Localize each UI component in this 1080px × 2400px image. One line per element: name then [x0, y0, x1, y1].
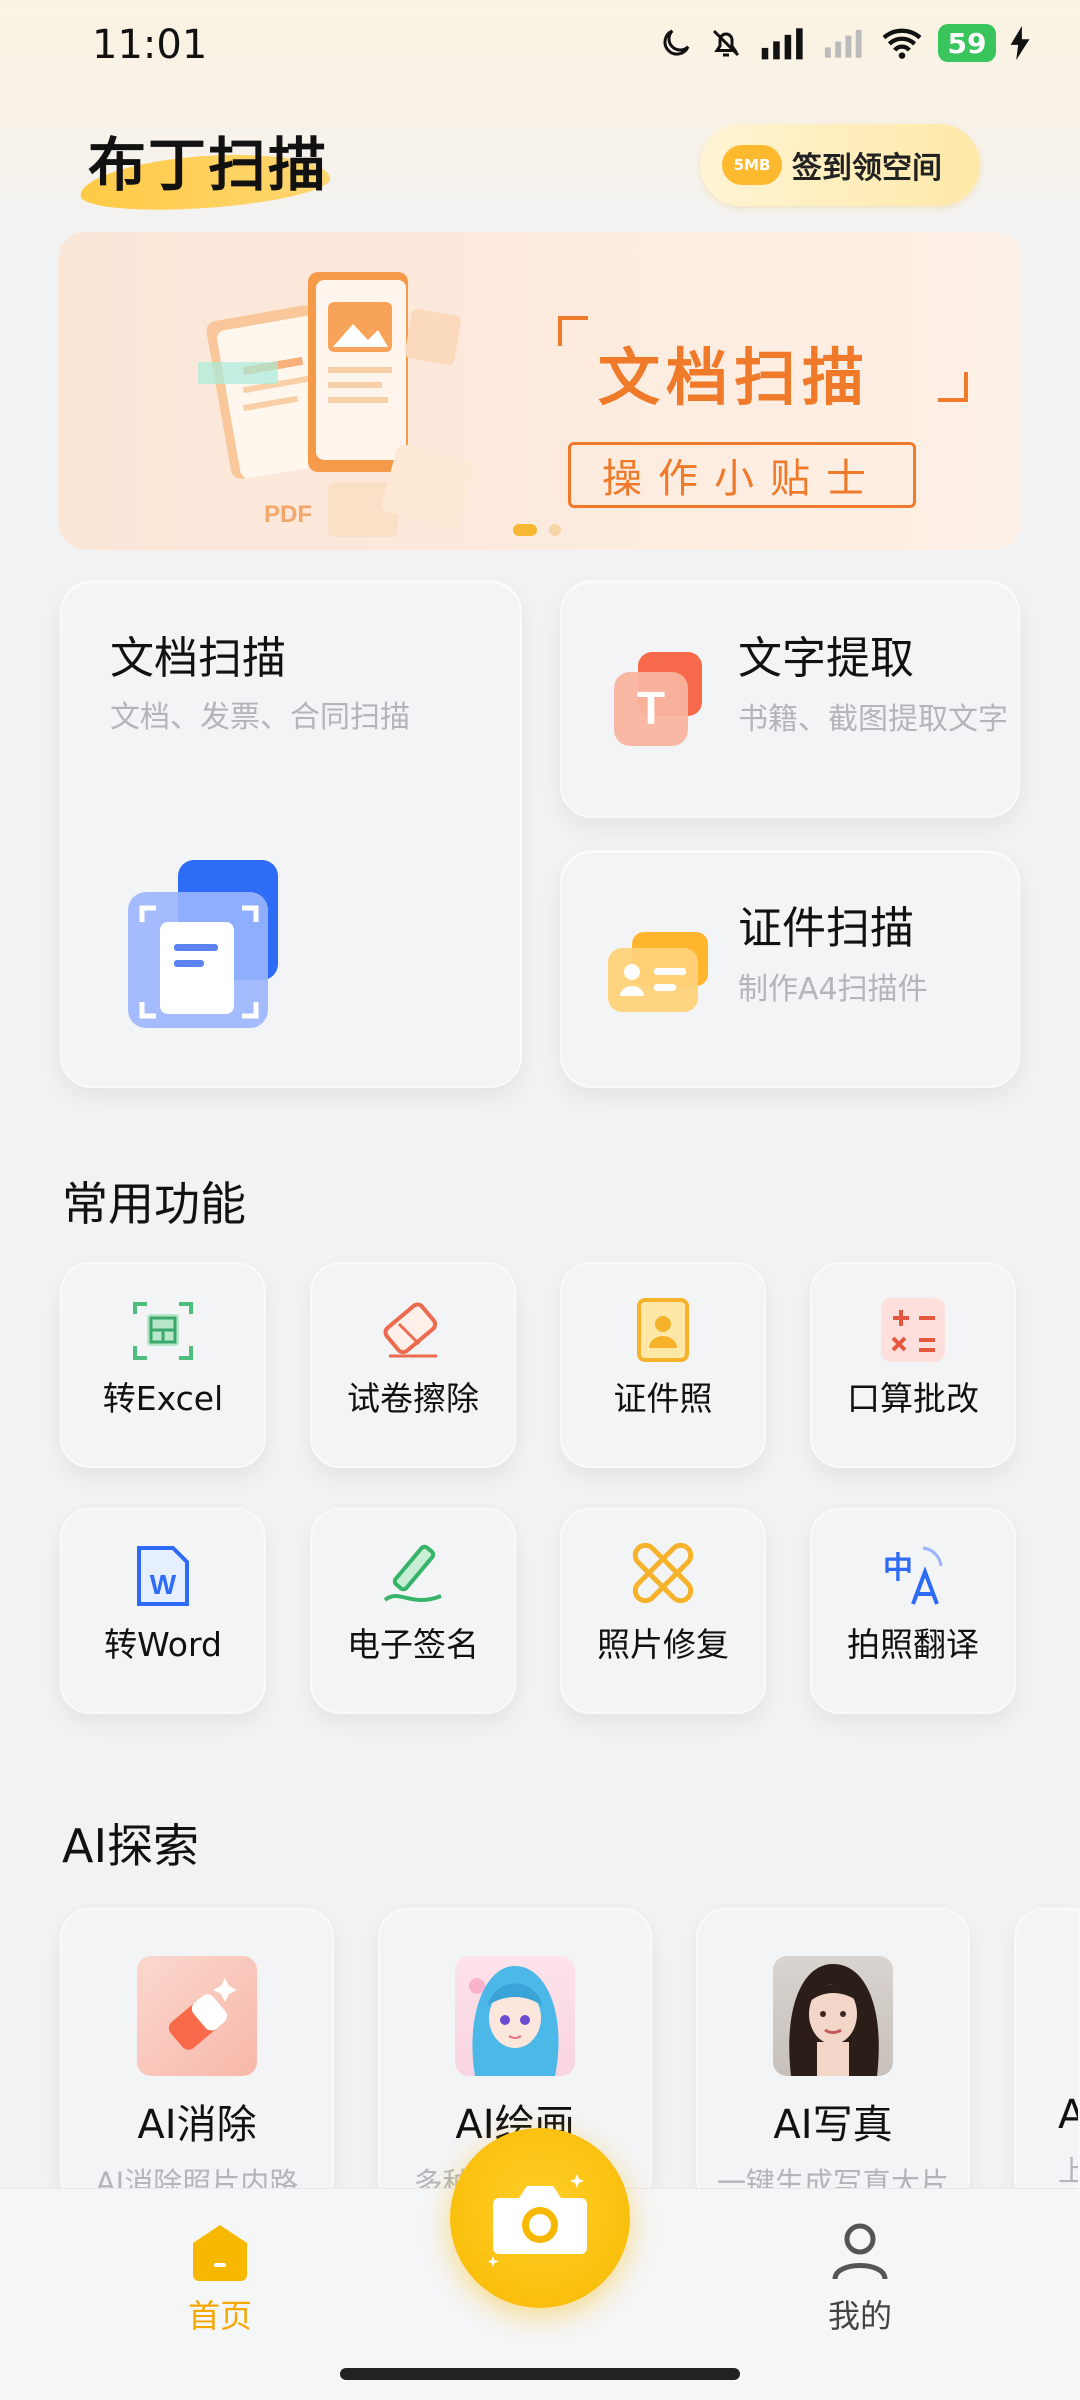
signal-weak-icon: [824, 29, 862, 58]
text-extract-subtitle: 书籍、截图提取文字: [738, 702, 1008, 737]
ai-section-title: AI探索: [62, 1819, 200, 1873]
app-title-area: 布丁扫描: [78, 118, 332, 217]
svg-text:T: T: [637, 682, 665, 734]
ai-portrait-thumbnail: [773, 1956, 893, 2076]
e-signature-button[interactable]: 电子签名: [310, 1508, 516, 1714]
math-check-label: 口算批改: [847, 1379, 979, 1418]
text-extract-icon: T: [614, 652, 702, 746]
bracket-left: [558, 316, 588, 346]
portrait-photo-image: [789, 1964, 879, 2076]
wifi-icon: [882, 28, 922, 59]
id-photo-button[interactable]: 证件照: [560, 1262, 766, 1468]
ai-erase-thumbnail: [137, 1956, 257, 2076]
home-icon: [193, 2225, 247, 2281]
svg-text:PDF: PDF: [264, 501, 312, 528]
pagination-dot: [549, 524, 561, 536]
moon-icon: [663, 29, 690, 56]
word-convert-button[interactable]: W 转Word: [60, 1508, 266, 1714]
e-signature-label: 电子签名: [347, 1625, 479, 1664]
ai-eraser-icon: [168, 1978, 237, 2050]
pdf-tag-icon: PDF: [264, 501, 312, 528]
battery-indicator: 59: [938, 24, 996, 62]
paper-erase-label: 试卷擦除: [347, 1379, 479, 1418]
ai-partial-title: A: [1058, 2092, 1078, 2138]
photo-translate-label: 拍照翻译: [847, 1625, 979, 1664]
translate-icon: 中: [883, 1546, 943, 1605]
promo-banner[interactable]: PDF 文档扫描 操作小贴士: [58, 232, 1022, 550]
common-section-title: 常用功能: [62, 1177, 246, 1231]
signal-icon: [761, 28, 803, 60]
nav-mine-label: 我的: [827, 2297, 892, 2335]
signature-icon: [383, 1544, 442, 1602]
app-title: 布丁扫描: [88, 131, 329, 199]
camera-icon: [487, 2174, 587, 2267]
user-icon: [832, 2223, 888, 2280]
checkin-button[interactable]: 5MB 签到领空间: [700, 124, 980, 206]
ai-partial-subtitle: 上传: [1058, 2148, 1078, 2190]
charging-icon: [1010, 26, 1030, 60]
banner-pagination: [513, 524, 561, 536]
calculator-icon: [881, 1298, 945, 1362]
ai-erase-card[interactable]: AI消除 AI消除照片内路: [60, 1908, 334, 2208]
word-convert-label: 转Word: [104, 1625, 222, 1664]
id-photo-label: 证件照: [613, 1379, 713, 1418]
text-extract-card[interactable]: T 文字提取 书籍、截图提取文字: [560, 580, 1020, 818]
nav-home[interactable]: 首页: [140, 2219, 300, 2337]
status-icons: 59: [658, 24, 1030, 62]
photo-repair-icon: [632, 1542, 694, 1604]
id-card-icon: [608, 932, 708, 1012]
document-illustration: [198, 272, 474, 537]
bracket-right: [938, 372, 968, 402]
paper-erase-button[interactable]: 试卷擦除: [310, 1262, 516, 1468]
text-extract-title: 文字提取: [738, 633, 914, 684]
home-indicator: [340, 2368, 740, 2380]
nav-home-label: 首页: [187, 2297, 252, 2335]
status-time: 11:01: [92, 22, 208, 68]
excel-convert-button[interactable]: 转Excel: [60, 1262, 266, 1468]
id-photo-icon: [637, 1298, 689, 1362]
banner-title: 文档扫描: [598, 341, 871, 414]
ai-partial-card[interactable]: A 上传: [1014, 1908, 1080, 2208]
pagination-dot-active: [513, 524, 537, 536]
camera-scan-button[interactable]: [450, 2128, 630, 2308]
cloud-storage-icon: 5MB: [722, 145, 782, 185]
photo-repair-label: 照片修复: [597, 1625, 729, 1664]
math-check-button[interactable]: 口算批改: [810, 1262, 1016, 1468]
ai-portrait-card[interactable]: AI写真 一键生成写真大片: [696, 1908, 970, 2208]
doc-scan-subtitle: 文档、发票、合同扫描: [110, 700, 410, 735]
excel-icon: [133, 1302, 193, 1360]
status-bar: 11:01 59: [0, 0, 1080, 90]
svg-text:中: 中: [883, 1551, 913, 1586]
excel-convert-label: 转Excel: [102, 1379, 224, 1418]
doc-scan-card[interactable]: 文档扫描 文档、发票、合同扫描: [60, 580, 522, 1088]
banner-subtitle: 操作小贴士: [568, 442, 916, 508]
bell-mute-icon: [712, 29, 740, 57]
anime-girl-image: [469, 1966, 559, 2076]
document-scan-icon: [128, 860, 278, 1028]
doc-scan-title: 文档扫描: [110, 633, 286, 684]
photo-repair-button[interactable]: 照片修复: [560, 1508, 766, 1714]
id-scan-subtitle: 制作A4扫描件: [738, 972, 928, 1007]
id-scan-card[interactable]: 证件扫描 制作A4扫描件: [560, 850, 1020, 1088]
eraser-icon: [383, 1302, 438, 1358]
svg-text:W: W: [150, 1569, 177, 1600]
photo-translate-button[interactable]: 中 拍照翻译: [810, 1508, 1016, 1714]
checkin-label: 签到领空间: [792, 151, 942, 186]
word-icon: W: [137, 1546, 189, 1606]
ai-paint-thumbnail: [455, 1956, 575, 2076]
ai-portrait-title: AI写真: [773, 2102, 893, 2148]
ai-erase-title: AI消除: [137, 2102, 257, 2148]
nav-mine[interactable]: 我的: [780, 2219, 940, 2337]
id-scan-title: 证件扫描: [738, 903, 914, 954]
